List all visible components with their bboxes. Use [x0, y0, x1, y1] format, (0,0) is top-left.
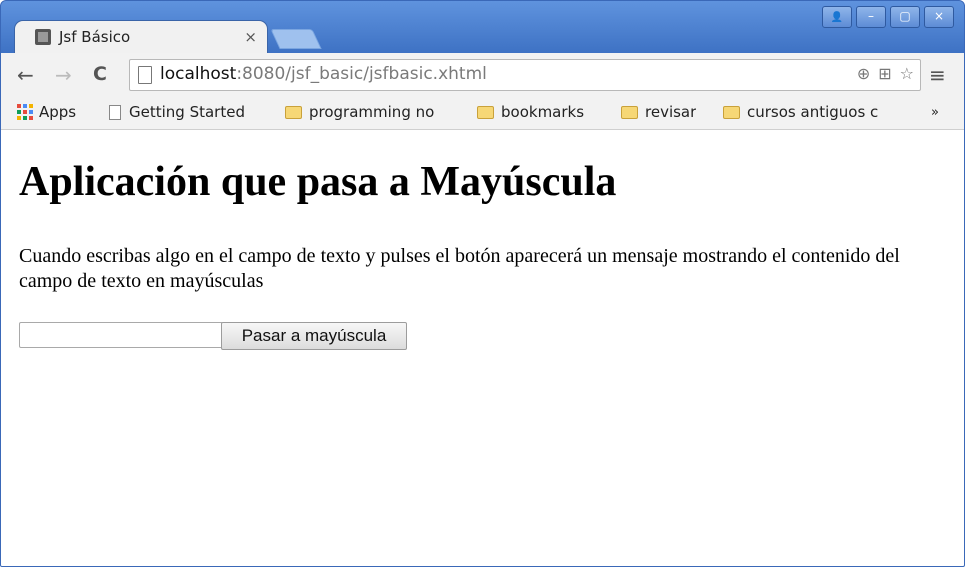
bookmark-programming[interactable]: programming no	[285, 103, 434, 121]
page-title: Aplicación que pasa a Mayúscula	[19, 159, 617, 205]
close-tab-icon[interactable]: ×	[244, 28, 257, 46]
translate-icon[interactable]: ⊞	[878, 64, 891, 83]
bookmarks-bar: Apps Getting Started programming no book…	[1, 97, 964, 130]
folder-icon	[285, 105, 302, 119]
forward-arrow-icon[interactable]: →	[55, 63, 72, 87]
bookmark-revisar[interactable]: revisar	[621, 103, 696, 121]
new-tab-button[interactable]	[270, 29, 322, 49]
browser-window: Jsf Básico × 👤 – ▢ × ← → C localhost:808…	[0, 0, 965, 567]
bookmark-label: cursos antiguos c	[747, 103, 879, 121]
window-controls: 👤 – ▢ ×	[822, 6, 954, 28]
minimize-button[interactable]: –	[856, 6, 886, 28]
bookmarks-overflow-icon[interactable]: »	[931, 105, 939, 120]
user-icon: 👤	[830, 12, 844, 23]
folder-icon	[477, 105, 494, 119]
browser-toolbar: ← → C localhost:8080/jsf_basic/jsfbasic.…	[1, 53, 964, 97]
active-tab[interactable]: Jsf Básico ×	[15, 21, 267, 53]
url-path: :8080/jsf_basic/jsfbasic.xhtml	[236, 64, 487, 84]
close-window-button[interactable]: ×	[924, 6, 954, 28]
tab-strip: Jsf Básico × 👤 – ▢ ×	[1, 1, 964, 53]
bookmark-apps[interactable]: Apps	[17, 103, 76, 121]
zoom-icon[interactable]: ⊕	[857, 64, 870, 83]
restore-button[interactable]: ▢	[890, 6, 920, 28]
page-icon	[109, 104, 121, 120]
bookmark-label: bookmarks	[501, 103, 585, 121]
apps-grid-icon	[17, 104, 33, 120]
favicon-icon	[35, 29, 51, 45]
bookmark-bookmarks[interactable]: bookmarks	[477, 103, 584, 121]
page-description: Cuando escribas algo en el campo de text…	[19, 245, 900, 292]
bookmark-label: programming no	[309, 103, 435, 121]
bookmark-getting-started[interactable]: Getting Started	[109, 103, 245, 121]
bookmark-label: revisar	[645, 103, 697, 121]
address-bar-icons: ⊕ ⊞ ☆	[857, 64, 914, 83]
address-bar[interactable]: localhost:8080/jsf_basic/jsfbasic.xhtml …	[129, 59, 921, 91]
folder-icon	[723, 105, 740, 119]
reload-icon[interactable]: C	[93, 63, 107, 85]
url-host: localhost	[160, 64, 237, 84]
page-icon	[138, 66, 152, 84]
bookmark-label: Apps	[39, 103, 77, 121]
page-content: Aplicación que pasa a Mayúscula Cuando e…	[1, 130, 964, 566]
tab-title: Jsf Básico	[59, 28, 131, 46]
star-icon[interactable]: ☆	[900, 64, 914, 83]
uppercase-button[interactable]: Pasar a mayúscula	[221, 322, 407, 350]
url-text: localhost:8080/jsf_basic/jsfbasic.xhtml	[160, 64, 487, 84]
back-arrow-icon[interactable]: ←	[17, 63, 34, 87]
text-input[interactable]	[19, 322, 223, 348]
profile-button[interactable]: 👤	[822, 6, 852, 28]
menu-icon[interactable]: ≡	[929, 63, 946, 87]
bookmark-label: Getting Started	[129, 103, 245, 121]
folder-icon	[621, 105, 638, 119]
bookmark-cursos-antiguos[interactable]: cursos antiguos c	[723, 103, 878, 121]
